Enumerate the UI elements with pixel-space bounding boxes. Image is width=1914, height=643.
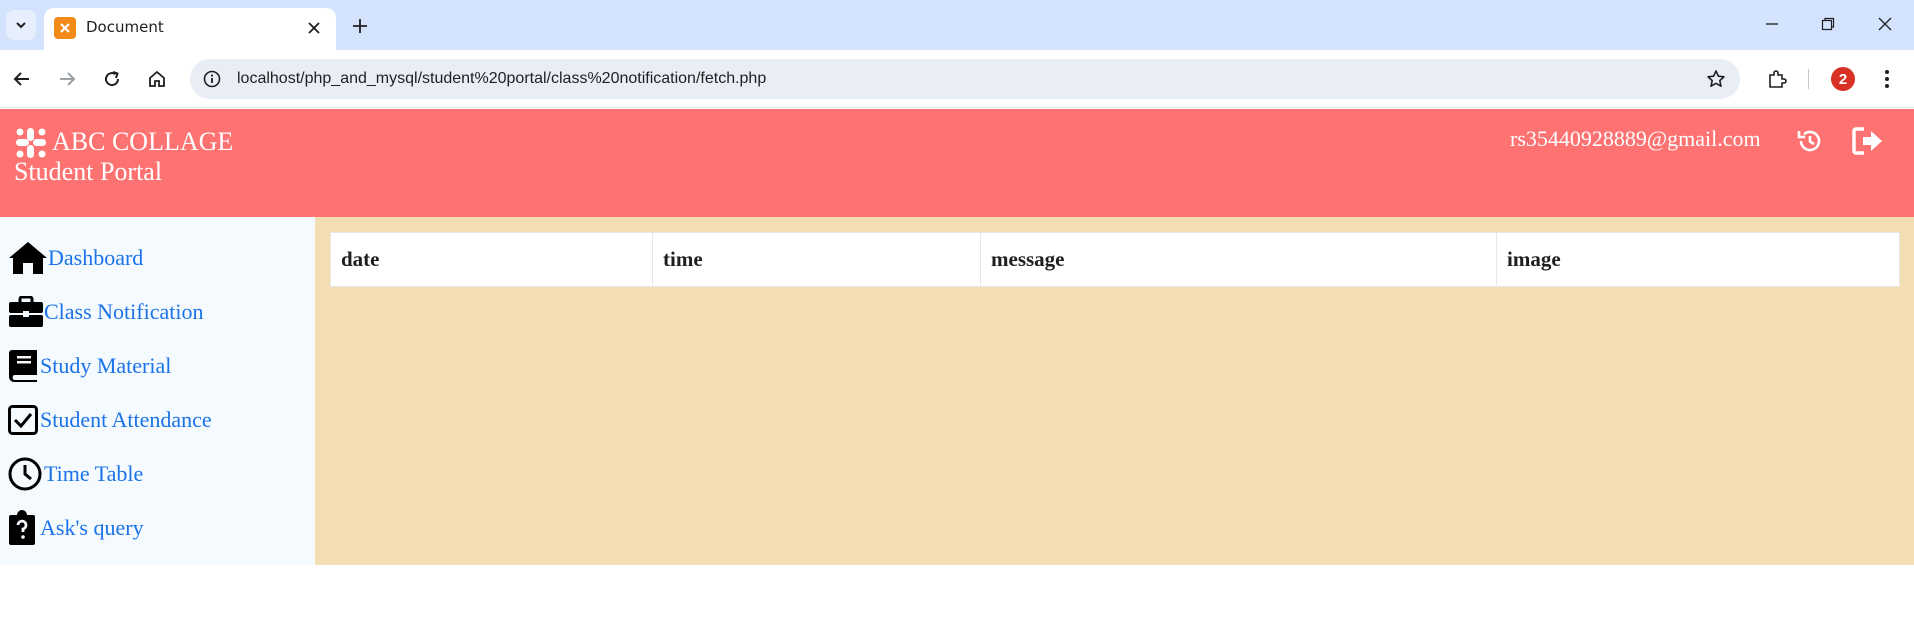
sidebar-item-label: Study Material (40, 353, 172, 378)
profile-avatar[interactable]: 2 (1826, 62, 1860, 96)
bookmark-star-icon[interactable] (1704, 67, 1728, 91)
home-icon (8, 238, 48, 278)
column-header-image: image (1496, 232, 1900, 287)
sidebar-item-label: Ask's query (40, 515, 144, 540)
restore-window-icon[interactable] (1810, 8, 1846, 40)
reload-icon[interactable] (95, 62, 129, 96)
chevron-down-icon (16, 22, 26, 29)
sidebar-item-label: Time Table (44, 461, 144, 486)
sidebar-item-class-notification[interactable]: Class Notification (8, 290, 203, 334)
sidebar-item-asks-query[interactable]: Ask's query (8, 506, 144, 550)
site-info-icon[interactable] (200, 67, 224, 91)
brand-name: ABC COLLAGE (52, 127, 234, 156)
close-window-icon[interactable] (1867, 8, 1903, 40)
checkbox-icon (8, 400, 40, 440)
slack-logo-icon (16, 128, 46, 158)
column-header-date: date (330, 232, 653, 287)
sidebar-item-student-attendance[interactable]: Student Attendance (8, 398, 212, 442)
browser-toolbar: localhost/php_and_mysql/student%20portal… (0, 50, 1914, 108)
url-text: localhost/php_and_mysql/student%20portal… (237, 70, 767, 87)
logout-icon[interactable] (1850, 123, 1886, 159)
browser-menu-kebab-icon[interactable] (1870, 62, 1904, 96)
history-icon[interactable] (1792, 123, 1828, 159)
tab-title: Document (86, 18, 164, 36)
profile-badge: 2 (1831, 67, 1855, 91)
xampp-favicon-icon (54, 17, 76, 39)
extensions-puzzle-icon[interactable] (1760, 62, 1794, 96)
sidebar-item-label: Student Attendance (40, 407, 212, 432)
sidebar-item-label: Dashboard (48, 245, 144, 270)
sidebar-item-study-material[interactable]: Study Material (8, 344, 171, 388)
browser-tab-strip: Document (0, 0, 1914, 50)
book-icon (8, 346, 40, 386)
site-header: ABC COLLAGE Student Portal rs35440928889… (0, 109, 1914, 217)
tab-search-button[interactable] (6, 10, 36, 40)
close-tab-icon[interactable] (302, 16, 326, 40)
sidebar: Dashboard Class Notification Study Mater… (0, 217, 315, 565)
toolbar-separator (1808, 69, 1809, 89)
back-arrow-icon[interactable] (5, 62, 39, 96)
table-header-row: date time message image (330, 232, 1900, 287)
column-header-message: message (980, 232, 1497, 287)
forward-arrow-icon[interactable] (50, 62, 84, 96)
main-content: date time message image (315, 217, 1914, 565)
portal-subtitle: Student Portal (14, 157, 163, 186)
sidebar-item-dashboard[interactable]: Dashboard (8, 236, 143, 280)
new-tab-plus-icon[interactable] (346, 12, 374, 40)
clipboard-question-icon (8, 508, 40, 548)
address-bar[interactable]: localhost/php_and_mysql/student%20portal… (190, 59, 1740, 99)
minimize-window-icon[interactable] (1754, 8, 1790, 40)
user-email: rs35440928889@gmail.com (1510, 126, 1761, 151)
notifications-table: date time message image (330, 232, 1900, 287)
browser-tab[interactable]: Document (44, 8, 336, 50)
briefcase-icon (8, 292, 44, 332)
sidebar-item-label: Class Notification (44, 299, 204, 324)
sidebar-item-time-table[interactable]: Time Table (8, 452, 143, 496)
column-header-time: time (652, 232, 981, 287)
home-browser-icon[interactable] (140, 62, 174, 96)
clock-icon (8, 454, 44, 494)
